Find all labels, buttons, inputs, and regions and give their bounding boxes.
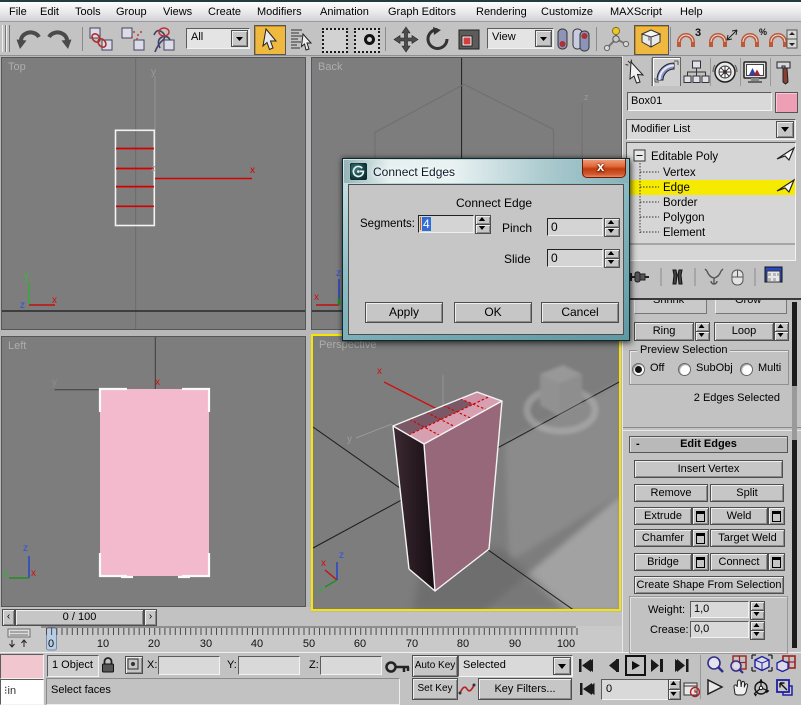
svg-text:y: y <box>52 377 57 388</box>
svg-text:10: 10 <box>97 638 109 650</box>
svg-text:y: y <box>151 67 156 78</box>
svg-text:100: 100 <box>557 638 575 650</box>
svg-text:40: 40 <box>251 638 263 650</box>
svg-text:Edge: Edge <box>663 182 690 194</box>
svg-text:y: y <box>3 568 8 579</box>
svg-text:z: z <box>151 163 156 173</box>
svg-text:z: z <box>20 300 25 311</box>
svg-text:y: y <box>24 271 29 282</box>
svg-text:z: z <box>584 92 589 102</box>
svg-text:x: x <box>52 295 57 306</box>
svg-text:60: 60 <box>354 638 366 650</box>
svg-text:y: y <box>318 584 323 595</box>
svg-text:x: x <box>377 366 382 377</box>
svg-text:20: 20 <box>148 638 160 650</box>
svg-text:90: 90 <box>509 638 521 650</box>
svg-text:Editable Poly: Editable Poly <box>651 151 718 163</box>
svg-text:%: % <box>759 27 767 37</box>
svg-text:x: x <box>155 377 160 388</box>
svg-text:80: 80 <box>457 638 469 650</box>
svg-text:x: x <box>321 558 326 569</box>
svg-text:3: 3 <box>695 27 701 39</box>
svg-text:70: 70 <box>406 638 418 650</box>
svg-text:30: 30 <box>200 638 212 650</box>
svg-text:Polygon: Polygon <box>663 212 705 224</box>
svg-text:x: x <box>31 568 36 579</box>
svg-text:z: z <box>23 543 28 554</box>
svg-text:Border: Border <box>663 197 698 209</box>
svg-text:Element: Element <box>663 227 706 239</box>
svg-text:y: y <box>347 434 352 445</box>
svg-text:Vertex: Vertex <box>663 167 696 179</box>
svg-text:0: 0 <box>48 638 54 650</box>
svg-text:50: 50 <box>303 638 315 650</box>
svg-text:z: z <box>336 268 341 279</box>
svg-text:z: z <box>339 550 344 561</box>
svg-text:x: x <box>314 292 319 303</box>
svg-text:x: x <box>250 165 255 176</box>
